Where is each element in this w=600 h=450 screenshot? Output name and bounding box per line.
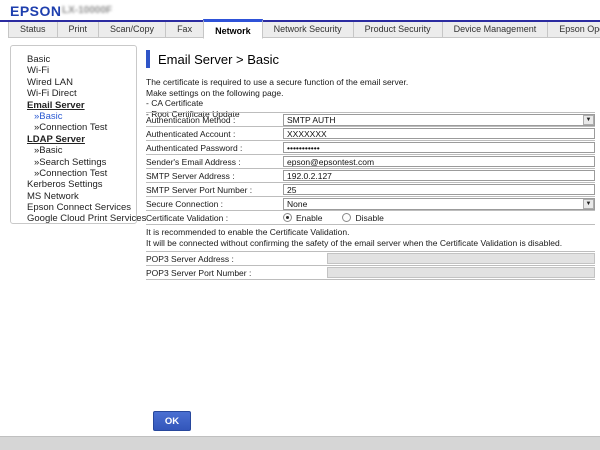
form-row-smtp-server-port: SMTP Server Port Number : xyxy=(146,182,595,196)
model-name: LX-10000F xyxy=(62,5,112,16)
field-label: POP3 Server Port Number : xyxy=(146,268,327,278)
certificate-validation-disable-radio[interactable]: Disable xyxy=(342,213,383,223)
title-accent-bar xyxy=(146,50,150,68)
form-row-pop3-server-address: POP3 Server Address : xyxy=(146,251,595,265)
secure-connection-select[interactable]: None ▼ xyxy=(283,198,595,210)
field-label: Certificate Validation : xyxy=(146,213,283,223)
note-line: It will be connected without confirming … xyxy=(146,238,595,249)
authenticated-password-input[interactable] xyxy=(283,142,595,153)
description-line: - CA Certificate xyxy=(146,98,408,109)
tab-print[interactable]: Print xyxy=(57,22,100,38)
sidebar-item-kerberos-settings[interactable]: Kerberos Settings xyxy=(11,179,136,190)
sidebar: Basic Wi-Fi Wired LAN Wi-Fi Direct Email… xyxy=(10,45,137,224)
tab-device-management[interactable]: Device Management xyxy=(442,22,549,38)
sidebar-item-ms-network[interactable]: MS Network xyxy=(11,191,136,202)
page-title-block: Email Server > Basic xyxy=(146,50,279,68)
web-config-page: EPSON LX-10000F Status Print Scan/Copy F… xyxy=(0,0,600,450)
sidebar-item-google-cloud-print-services[interactable]: Google Cloud Print Services xyxy=(11,213,136,224)
certificate-validation-enable-radio[interactable]: Enable xyxy=(283,213,322,223)
sidebar-item-ldap-basic[interactable]: »Basic xyxy=(11,145,136,156)
description-line: Make settings on the following page. xyxy=(146,88,408,99)
radio-unselected-icon xyxy=(342,213,351,222)
pop3-server-address-input xyxy=(327,253,595,264)
epson-logo: EPSON xyxy=(10,3,62,19)
tab-scan-copy[interactable]: Scan/Copy xyxy=(98,22,166,38)
form-row-authenticated-password: Authenticated Password : xyxy=(146,140,595,154)
tab-product-security[interactable]: Product Security xyxy=(353,22,443,38)
sidebar-item-wifi[interactable]: Wi-Fi xyxy=(11,65,136,76)
sidebar-section-ldap-server[interactable]: LDAP Server xyxy=(11,134,136,145)
form-row-certificate-validation: Certificate Validation : Enable Disable xyxy=(146,210,595,224)
note-line: It is recommended to enable the Certific… xyxy=(146,227,595,238)
tab-network[interactable]: Network xyxy=(203,19,263,39)
field-label: Authentication Method : xyxy=(146,115,283,125)
authentication-method-select[interactable]: SMTP AUTH ▼ xyxy=(283,114,595,126)
sidebar-item-email-server-connection-test[interactable]: »Connection Test xyxy=(11,122,136,133)
senders-email-address-input[interactable] xyxy=(283,156,595,167)
email-server-form: Authentication Method : SMTP AUTH ▼ Auth… xyxy=(146,112,595,280)
sidebar-item-basic[interactable]: Basic xyxy=(11,54,136,65)
chevron-down-icon: ▼ xyxy=(583,199,594,209)
chevron-down-icon: ▼ xyxy=(583,115,594,125)
field-label: Authenticated Account : xyxy=(146,129,283,139)
certificate-validation-radio-group: Enable Disable xyxy=(283,213,384,223)
sidebar-section-email-server[interactable]: Email Server xyxy=(11,100,136,111)
form-bottom-border xyxy=(146,279,595,280)
selected-value: None xyxy=(284,199,307,209)
field-label: Sender's Email Address : xyxy=(146,157,283,167)
tab-status[interactable]: Status xyxy=(8,22,58,38)
form-row-secure-connection: Secure Connection : None ▼ xyxy=(146,196,595,210)
smtp-server-address-input[interactable] xyxy=(283,170,595,181)
radio-label: Enable xyxy=(296,213,322,223)
sidebar-item-ldap-connection-test[interactable]: »Connection Test xyxy=(11,168,136,179)
sidebar-item-epson-connect-services[interactable]: Epson Connect Services xyxy=(11,202,136,213)
smtp-server-port-input[interactable] xyxy=(283,184,595,195)
field-label: SMTP Server Port Number : xyxy=(146,185,283,195)
field-label: SMTP Server Address : xyxy=(146,171,283,181)
sidebar-item-wired-lan[interactable]: Wired LAN xyxy=(11,77,136,88)
field-label: Authenticated Password : xyxy=(146,143,283,153)
pop3-server-port-input xyxy=(327,267,595,278)
form-row-authentication-method: Authentication Method : SMTP AUTH ▼ xyxy=(146,112,595,126)
sidebar-item-ldap-search-settings[interactable]: »Search Settings xyxy=(11,157,136,168)
footer-bar xyxy=(0,436,600,450)
description-line: The certificate is required to use a sec… xyxy=(146,77,408,88)
authenticated-account-input[interactable] xyxy=(283,128,595,139)
form-row-authenticated-account: Authenticated Account : xyxy=(146,126,595,140)
tab-epson-open-platform[interactable]: Epson Open Platform xyxy=(547,22,600,38)
tab-network-security[interactable]: Network Security xyxy=(262,22,354,38)
form-row-smtp-server-address: SMTP Server Address : xyxy=(146,168,595,182)
selected-value: SMTP AUTH xyxy=(284,115,336,125)
field-label: POP3 Server Address : xyxy=(146,254,327,264)
form-row-senders-email-address: Sender's Email Address : xyxy=(146,154,595,168)
form-row-pop3-server-port: POP3 Server Port Number : xyxy=(146,265,595,279)
page-title: Email Server > Basic xyxy=(158,52,279,67)
certificate-validation-note: It is recommended to enable the Certific… xyxy=(146,224,595,251)
sidebar-item-wifi-direct[interactable]: Wi-Fi Direct xyxy=(11,88,136,99)
field-label: Secure Connection : xyxy=(146,199,283,209)
tab-bar: Status Print Scan/Copy Fax Network Netwo… xyxy=(0,22,600,39)
header: EPSON LX-10000F xyxy=(0,0,600,20)
ok-button[interactable]: OK xyxy=(153,411,191,431)
tab-fax[interactable]: Fax xyxy=(165,22,204,38)
radio-label: Disable xyxy=(355,213,383,223)
sidebar-item-email-server-basic[interactable]: »Basic xyxy=(11,111,136,122)
radio-selected-icon xyxy=(283,213,292,222)
